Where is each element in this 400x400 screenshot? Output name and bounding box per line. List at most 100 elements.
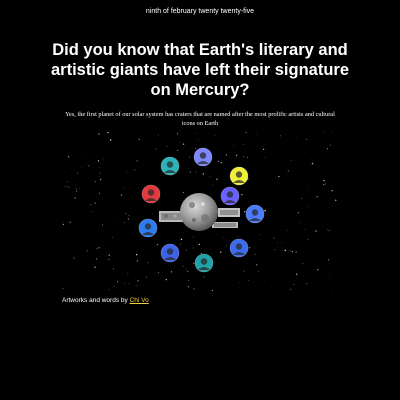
date-line: ninth of february twenty twenty-five [145, 8, 255, 15]
star [325, 183, 327, 185]
portrait-icon [160, 243, 180, 263]
star [195, 171, 197, 173]
star [300, 197, 302, 199]
star [88, 165, 90, 167]
star [136, 285, 138, 287]
star [195, 148, 197, 150]
star [211, 289, 213, 291]
star [123, 187, 124, 189]
portrait-icon [138, 218, 158, 238]
star [290, 160, 292, 161]
star [286, 229, 288, 231]
star [182, 143, 185, 145]
star [92, 184, 94, 185]
star [306, 186, 308, 188]
star [304, 228, 306, 230]
portrait-icon [229, 166, 249, 186]
star [254, 253, 256, 255]
star [165, 278, 167, 281]
star [69, 221, 71, 223]
star [304, 152, 306, 153]
star [74, 197, 76, 199]
star [205, 167, 207, 169]
star [264, 157, 265, 158]
star [147, 262, 149, 264]
star [255, 263, 258, 266]
star [156, 244, 158, 246]
star [89, 203, 92, 206]
star [116, 281, 119, 283]
portrait-icon [220, 186, 240, 206]
star [157, 134, 159, 136]
star [113, 285, 115, 287]
star [84, 154, 85, 156]
star [73, 257, 75, 259]
star [83, 272, 84, 274]
author-link[interactable]: Chi Vo [130, 297, 149, 304]
star [98, 133, 100, 135]
star [127, 218, 130, 220]
star [323, 252, 325, 254]
star [79, 188, 81, 190]
star [81, 157, 82, 159]
star [256, 134, 257, 135]
star [157, 272, 160, 274]
star [68, 186, 70, 188]
star [97, 160, 100, 162]
star [125, 212, 127, 215]
star [306, 138, 308, 141]
star [112, 236, 114, 238]
portrait-icon [194, 253, 214, 273]
star [264, 209, 266, 212]
star [331, 190, 333, 192]
star [116, 216, 118, 217]
star [258, 271, 260, 272]
star [137, 280, 139, 282]
star [128, 214, 130, 217]
star [278, 176, 280, 178]
star [198, 243, 200, 246]
star [108, 289, 110, 291]
star [179, 243, 182, 245]
star [293, 284, 295, 286]
star [220, 251, 222, 254]
star [81, 167, 82, 168]
star [193, 262, 195, 264]
star [197, 139, 199, 141]
artwork-canvas [62, 132, 338, 292]
star [281, 242, 282, 244]
star [200, 252, 202, 254]
star [291, 250, 294, 253]
star [329, 144, 332, 146]
star [66, 181, 68, 183]
star [145, 276, 147, 278]
star [263, 210, 265, 212]
star [152, 213, 153, 214]
star [131, 207, 133, 209]
star [299, 222, 301, 224]
star [273, 237, 275, 239]
star [312, 252, 314, 253]
star [137, 188, 139, 189]
star [194, 133, 196, 134]
star [182, 265, 184, 267]
star [64, 185, 66, 188]
star [86, 250, 88, 252]
star [239, 282, 240, 283]
star [241, 193, 243, 196]
star [94, 202, 97, 204]
star [112, 268, 115, 270]
star [262, 148, 265, 151]
star [62, 223, 65, 226]
star [317, 269, 319, 271]
star [180, 279, 181, 280]
star [135, 253, 138, 256]
star [276, 242, 278, 244]
star [237, 236, 239, 238]
star [109, 139, 112, 141]
star [134, 169, 136, 171]
star [315, 230, 317, 232]
star [189, 156, 191, 158]
star [223, 237, 225, 239]
star [99, 167, 100, 169]
